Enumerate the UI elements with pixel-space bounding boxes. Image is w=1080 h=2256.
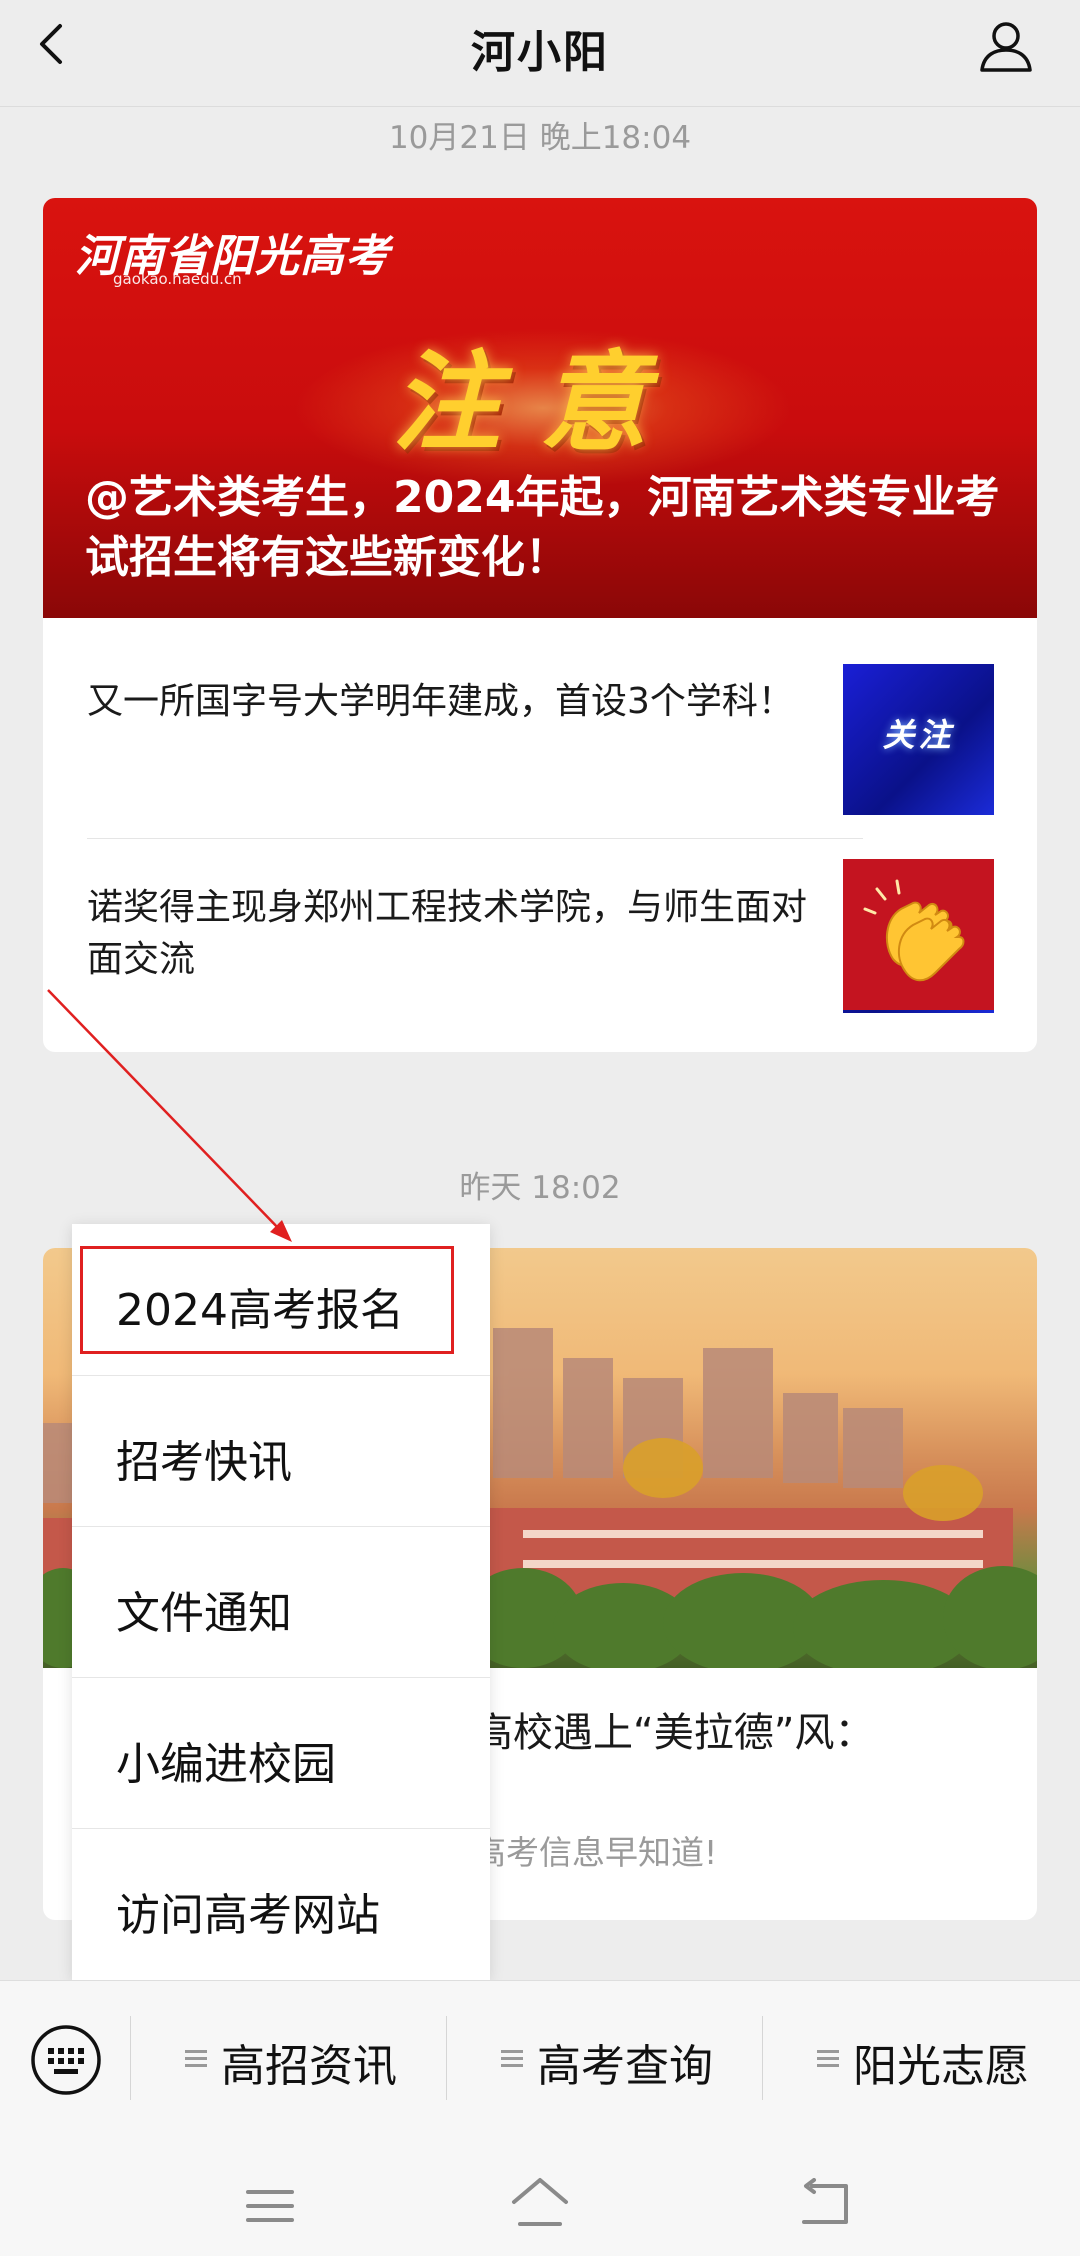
list-item-thumbnail[interactable]: 关注 (843, 664, 994, 815)
home-icon[interactable] (510, 2174, 570, 2230)
menu-tab-admission-news[interactable]: 高招资讯 (131, 2006, 446, 2110)
menu-item-label[interactable]: 小编进校园 (116, 1728, 336, 1792)
menu-item-campus-visits[interactable]: 小编进校园 (72, 1678, 490, 1828)
menu-item-document-notices[interactable]: 文件通知 (72, 1527, 490, 1677)
article-card[interactable]: 河南省阳光高考 gaokao.haedu.cn 注意 @艺术类考生，2024年起… (43, 198, 1037, 1052)
menu-item-gaokao-website[interactable]: 访问高考网站 (72, 1829, 490, 1979)
back-nav-icon[interactable] (798, 2178, 852, 2228)
page-title: 河小阳 (471, 27, 609, 78)
cover-banner[interactable]: 河南省阳光高考 gaokao.haedu.cn 注意 @艺术类考生，2024年起… (43, 198, 1037, 618)
menu-item-label[interactable]: 文件通知 (116, 1577, 292, 1641)
menu-tab-label[interactable]: 阳光志愿 (853, 2030, 1029, 2094)
clapping-hands-icon (863, 879, 965, 982)
menu-lines-icon (185, 2050, 207, 2053)
article-summary-partial: 高考信息早知道! (473, 1833, 718, 1872)
list-item-title[interactable]: 诺奖得主现身郑州工程技术学院，与师生面对面交流 (87, 882, 807, 986)
banner-headline: 注意 (391, 341, 688, 466)
menu-item-exam-news[interactable]: 招考快讯 (72, 1376, 490, 1526)
menu-item-label[interactable]: 访问高考网站 (116, 1879, 380, 1943)
list-item-thumbnail[interactable] (843, 859, 994, 1010)
item-divider (87, 838, 863, 839)
publisher-url: gaokao.haedu.cn (113, 270, 242, 288)
menu-tab-gaokao-query[interactable]: 高考查询 (447, 2006, 762, 2110)
profile-icon[interactable] (976, 16, 1036, 76)
article-title-partial[interactable]: 高校遇上“美拉德”风： (473, 1700, 874, 1758)
menu-tab-label[interactable]: 高考查询 (537, 2030, 713, 2094)
menu-tab-label[interactable]: 高招资讯 (221, 2030, 397, 2094)
thumbnail-text: 关注 (882, 716, 955, 754)
list-item-title[interactable]: 又一所国字号大学明年建成，首设3个学科！ (87, 676, 807, 728)
header-bar: 河小阳 (0, 0, 1080, 107)
cover-article-title[interactable]: @艺术类考生，2024年起，河南艺术类专业考试招生将有这些新变化！ (85, 468, 1005, 588)
message-timestamp: 10月21日 晚上18:04 (388, 120, 692, 156)
message-timestamp: 昨天 18:02 (459, 1170, 621, 1206)
highlight-box (80, 1246, 454, 1354)
system-nav-bar (0, 2138, 1080, 2256)
recent-apps-icon[interactable] (246, 2188, 294, 2228)
menu-item-label[interactable]: 招考快讯 (116, 1426, 292, 1490)
keyboard-toggle-icon[interactable] (30, 2024, 102, 2096)
menu-lines-icon (817, 2050, 839, 2053)
menu-lines-icon (501, 2050, 523, 2053)
menu-tab-sunshine-volunteer[interactable]: 阳光志愿 (763, 2006, 1080, 2110)
